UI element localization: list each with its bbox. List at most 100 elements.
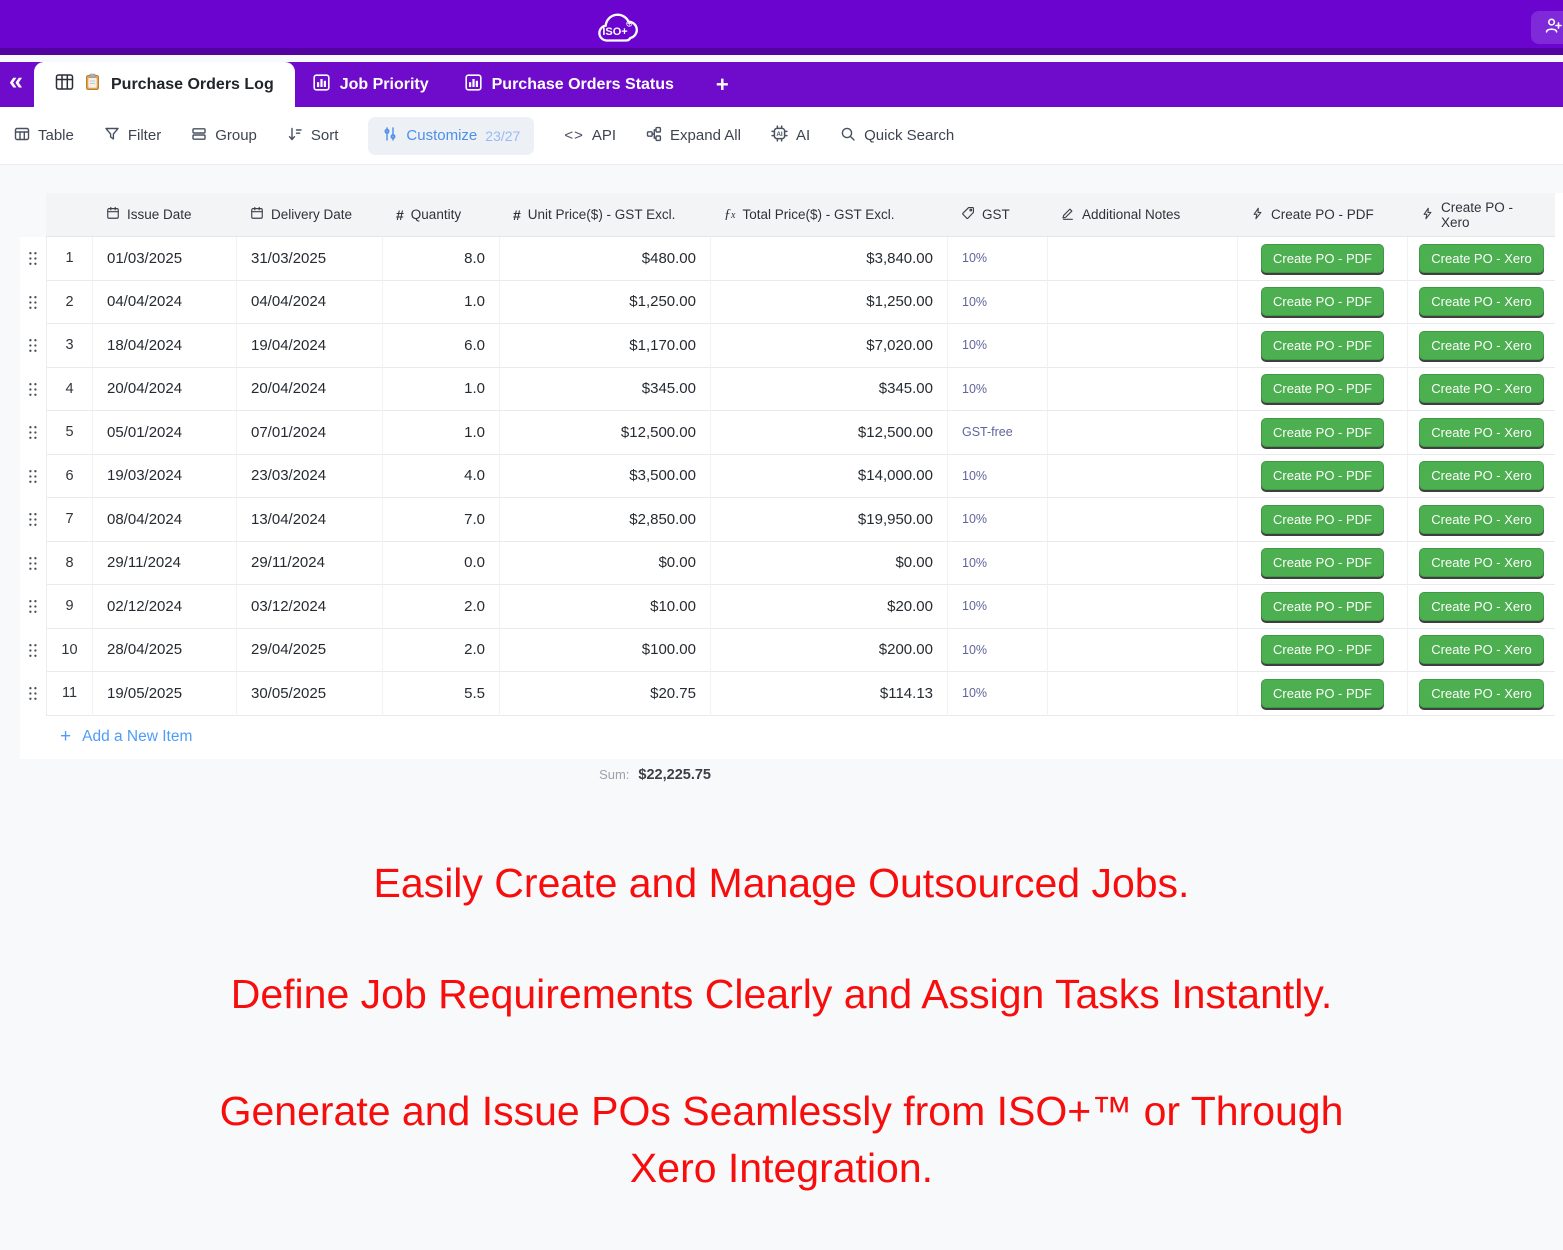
cell-issue-date[interactable]: 20/04/2024 (93, 368, 237, 412)
row-drag-handle[interactable] (20, 368, 46, 412)
ai-button[interactable]: AI AI (771, 125, 810, 146)
invite-button[interactable]: Inv (1531, 11, 1563, 44)
cell-delivery-date[interactable]: 31/03/2025 (237, 237, 383, 281)
cell-unit-price[interactable]: $12,500.00 (500, 411, 711, 455)
row-number[interactable]: 9 (46, 585, 93, 629)
cell-gst[interactable]: 10% (948, 498, 1048, 542)
cell-delivery-date[interactable]: 19/04/2024 (237, 324, 383, 368)
create-po-xero-button[interactable]: Create PO - Xero (1419, 244, 1543, 273)
cell-unit-price[interactable]: $100.00 (500, 629, 711, 673)
cell-quantity[interactable]: 5.5 (383, 672, 500, 716)
cell-delivery-date[interactable]: 20/04/2024 (237, 368, 383, 412)
cell-total-price[interactable]: $3,840.00 (711, 237, 948, 281)
cell-delivery-date[interactable]: 07/01/2024 (237, 411, 383, 455)
cell-unit-price[interactable]: $1,170.00 (500, 324, 711, 368)
expand-all-button[interactable]: Expand All (646, 126, 741, 146)
cell-gst[interactable]: 10% (948, 324, 1048, 368)
tab-purchase-orders-log[interactable]: Purchase Orders Log (34, 62, 295, 107)
cell-quantity[interactable]: 7.0 (383, 498, 500, 542)
cell-gst[interactable]: 10% (948, 585, 1048, 629)
create-po-pdf-button[interactable]: Create PO - PDF (1261, 505, 1384, 534)
cell-additional-notes[interactable] (1048, 237, 1238, 281)
cell-quantity[interactable]: 8.0 (383, 237, 500, 281)
create-po-pdf-button[interactable]: Create PO - PDF (1261, 548, 1384, 577)
cell-delivery-date[interactable]: 13/04/2024 (237, 498, 383, 542)
group-button[interactable]: Group (191, 126, 257, 146)
filter-button[interactable]: Filter (104, 126, 161, 146)
cell-total-price[interactable]: $0.00 (711, 542, 948, 586)
create-po-pdf-button[interactable]: Create PO - PDF (1261, 679, 1384, 708)
cell-unit-price[interactable]: $0.00 (500, 542, 711, 586)
create-po-pdf-button[interactable]: Create PO - PDF (1261, 287, 1384, 316)
header-issue-date[interactable]: Issue Date (93, 193, 237, 237)
create-po-pdf-button[interactable]: Create PO - PDF (1261, 635, 1384, 664)
cell-total-price[interactable]: $14,000.00 (711, 455, 948, 499)
header-create-po-xero[interactable]: Create PO - Xero (1408, 193, 1555, 237)
cell-total-price[interactable]: $12,500.00 (711, 411, 948, 455)
cell-quantity[interactable]: 1.0 (383, 281, 500, 325)
header-unit-price[interactable]: # Unit Price($) - GST Excl. (500, 193, 711, 237)
row-drag-handle[interactable] (20, 498, 46, 542)
row-number[interactable]: 1 (46, 237, 93, 281)
cell-quantity[interactable]: 0.0 (383, 542, 500, 586)
cell-delivery-date[interactable]: 03/12/2024 (237, 585, 383, 629)
row-number[interactable]: 4 (46, 368, 93, 412)
cell-additional-notes[interactable] (1048, 629, 1238, 673)
cell-issue-date[interactable]: 19/05/2025 (93, 672, 237, 716)
row-drag-handle[interactable] (20, 324, 46, 368)
cell-total-price[interactable]: $19,950.00 (711, 498, 948, 542)
cell-delivery-date[interactable]: 29/04/2025 (237, 629, 383, 673)
header-create-po-pdf[interactable]: Create PO - PDF (1238, 193, 1408, 237)
row-number[interactable]: 7 (46, 498, 93, 542)
tab-job-priority[interactable]: Job Priority (295, 62, 447, 107)
cell-quantity[interactable]: 2.0 (383, 585, 500, 629)
row-drag-handle[interactable] (20, 281, 46, 325)
create-po-xero-button[interactable]: Create PO - Xero (1419, 374, 1543, 403)
cell-additional-notes[interactable] (1048, 498, 1238, 542)
cell-gst[interactable]: 10% (948, 281, 1048, 325)
cell-total-price[interactable]: $1,250.00 (711, 281, 948, 325)
cell-additional-notes[interactable] (1048, 585, 1238, 629)
cell-additional-notes[interactable] (1048, 455, 1238, 499)
cell-unit-price[interactable]: $480.00 (500, 237, 711, 281)
cell-additional-notes[interactable] (1048, 672, 1238, 716)
create-po-pdf-button[interactable]: Create PO - PDF (1261, 418, 1384, 447)
row-drag-handle[interactable] (20, 585, 46, 629)
cell-quantity[interactable]: 2.0 (383, 629, 500, 673)
create-po-pdf-button[interactable]: Create PO - PDF (1261, 461, 1384, 490)
create-po-xero-button[interactable]: Create PO - Xero (1419, 592, 1543, 621)
header-delivery-date[interactable]: Delivery Date (237, 193, 383, 237)
table-view-button[interactable]: Table (14, 126, 74, 146)
cell-additional-notes[interactable] (1048, 411, 1238, 455)
row-number[interactable]: 3 (46, 324, 93, 368)
cell-issue-date[interactable]: 29/11/2024 (93, 542, 237, 586)
cell-total-price[interactable]: $7,020.00 (711, 324, 948, 368)
cell-total-price[interactable]: $345.00 (711, 368, 948, 412)
row-drag-handle[interactable] (20, 411, 46, 455)
create-po-xero-button[interactable]: Create PO - Xero (1419, 548, 1543, 577)
cell-additional-notes[interactable] (1048, 368, 1238, 412)
create-po-xero-button[interactable]: Create PO - Xero (1419, 679, 1543, 708)
cell-quantity[interactable]: 6.0 (383, 324, 500, 368)
cell-unit-price[interactable]: $20.75 (500, 672, 711, 716)
cell-total-price[interactable]: $200.00 (711, 629, 948, 673)
header-additional-notes[interactable]: Additional Notes (1048, 193, 1238, 237)
cell-gst[interactable]: 10% (948, 368, 1048, 412)
cell-unit-price[interactable]: $345.00 (500, 368, 711, 412)
cell-issue-date[interactable]: 01/03/2025 (93, 237, 237, 281)
customize-button[interactable]: Customize 23/27 (368, 117, 534, 155)
api-button[interactable]: <> API (564, 127, 616, 144)
cell-issue-date[interactable]: 02/12/2024 (93, 585, 237, 629)
cell-gst[interactable]: 10% (948, 237, 1048, 281)
cell-gst[interactable]: 10% (948, 672, 1048, 716)
cell-gst[interactable]: 10% (948, 455, 1048, 499)
row-number[interactable]: 8 (46, 542, 93, 586)
row-drag-handle[interactable] (20, 542, 46, 586)
scrollbar-track[interactable] (1555, 193, 1563, 759)
create-po-xero-button[interactable]: Create PO - Xero (1419, 331, 1543, 360)
header-gst[interactable]: GST (948, 193, 1048, 237)
cell-issue-date[interactable]: 19/03/2024 (93, 455, 237, 499)
cell-total-price[interactable]: $20.00 (711, 585, 948, 629)
collapse-sidebar-button[interactable]: « (9, 67, 23, 96)
create-po-xero-button[interactable]: Create PO - Xero (1419, 461, 1543, 490)
